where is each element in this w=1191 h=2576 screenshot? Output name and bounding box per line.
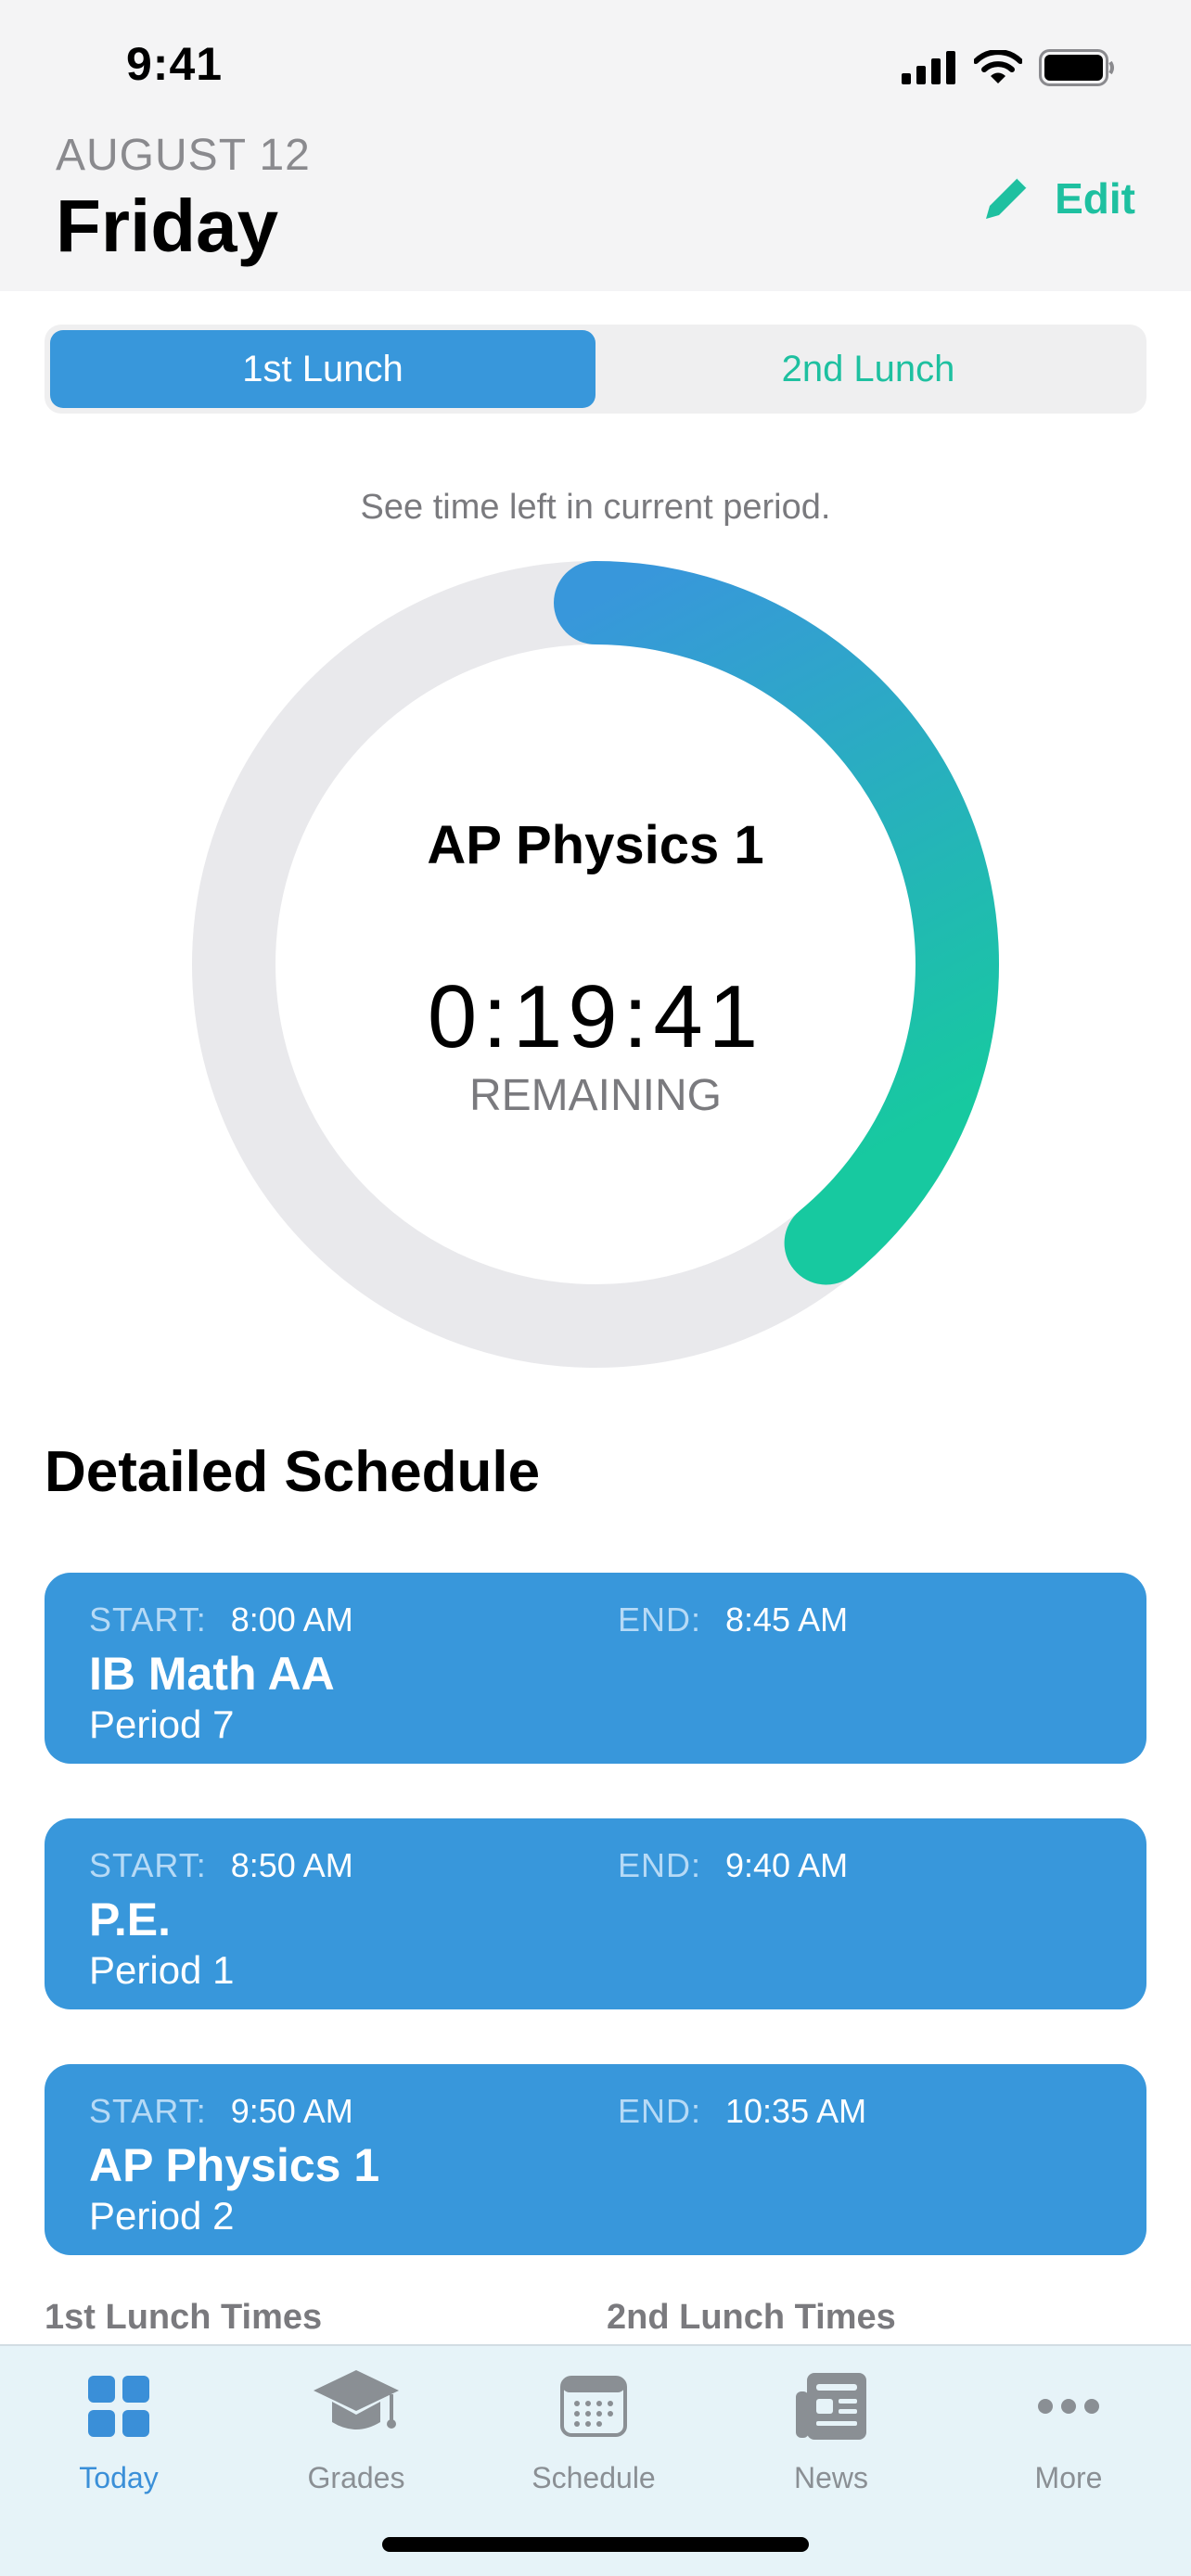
period-progress-ring (191, 560, 1000, 1369)
schedule-title: Detailed Schedule (45, 1440, 541, 1504)
period-label: Period 7 (89, 1702, 235, 1746)
tab-news[interactable]: News (712, 2365, 950, 2513)
period-label: Period 2 (89, 2194, 235, 2238)
ring-progress (554, 561, 999, 1285)
second-lunch-times-label: 2nd Lunch Times (607, 2298, 896, 2337)
schedule-card[interactable]: START: 8:50 AM END: 9:40 AM P.E. Period 1 (45, 1818, 1146, 2009)
pencil-icon (986, 177, 1028, 219)
course-name: IB Math AA (89, 1648, 335, 1700)
end-value: 9:40 AM (725, 1846, 849, 1884)
header: 9:41 AUGUST 12 Friday Edit (0, 0, 1191, 291)
status-icons (902, 46, 1115, 89)
course-name: AP Physics 1 (89, 2139, 380, 2191)
segment-1st-lunch[interactable]: 1st Lunch (50, 330, 596, 408)
tab-schedule[interactable]: Schedule (475, 2365, 712, 2513)
end-value: 10:35 AM (725, 2092, 867, 2130)
start-time: START: 9:50 AM (89, 2092, 353, 2131)
newspaper-icon (796, 2373, 866, 2440)
lunch-segmented-control: 1st Lunch 2nd Lunch (45, 325, 1146, 414)
start-key: START: (89, 1846, 207, 1884)
edit-label: Edit (1055, 174, 1135, 223)
tab-label: More (1034, 2461, 1103, 2494)
course-name: P.E. (89, 1894, 172, 1945)
grid-icon (88, 2376, 149, 2437)
timer-hint: See time left in current period. (360, 488, 831, 527)
status-time: 9:41 (126, 38, 224, 90)
end-key: END: (618, 2092, 702, 2130)
segment-2nd-lunch[interactable]: 2nd Lunch (596, 330, 1141, 408)
end-time: END: 9:40 AM (618, 1846, 848, 1885)
end-value: 8:45 AM (725, 1600, 849, 1639)
edit-button[interactable]: Edit (980, 169, 1135, 228)
start-value: 8:50 AM (230, 1846, 353, 1884)
schedule-card[interactable]: START: 9:50 AM END: 10:35 AM AP Physics 1 … (45, 2064, 1146, 2255)
time-remaining: 0:19:41 (427, 967, 764, 1066)
start-key: START: (89, 2092, 207, 2130)
tab-today[interactable]: Today (0, 2365, 237, 2513)
date-label: AUGUST 12 (56, 131, 311, 180)
end-time: END: 8:45 AM (618, 1600, 848, 1639)
home-indicator (382, 2537, 809, 2552)
ellipsis-icon (1038, 2399, 1099, 2414)
period-label: Period 1 (89, 1948, 235, 1992)
end-key: END: (618, 1846, 702, 1884)
cellular-signal-icon (902, 51, 955, 84)
schedule-card[interactable]: START: 8:00 AM END: 8:45 AM IB Math AA Per… (45, 1573, 1146, 1764)
current-course: AP Physics 1 (427, 815, 764, 875)
tab-more[interactable]: More (950, 2365, 1187, 2513)
start-time: START: 8:00 AM (89, 1600, 353, 1639)
start-value: 9:50 AM (230, 2092, 353, 2130)
battery-icon (1039, 49, 1114, 86)
tab-label: Schedule (531, 2461, 656, 2494)
calendar-icon (560, 2376, 627, 2437)
first-lunch-times-label: 1st Lunch Times (45, 2298, 323, 2337)
end-time: END: 10:35 AM (618, 2092, 866, 2131)
wifi-icon (974, 50, 1022, 83)
day-title: Friday (56, 185, 279, 267)
tab-label: Grades (307, 2461, 405, 2494)
graduation-cap-icon (314, 2370, 399, 2429)
end-key: END: (618, 1600, 702, 1639)
start-time: START: 8:50 AM (89, 1846, 353, 1885)
start-value: 8:00 AM (230, 1600, 353, 1639)
tab-grades[interactable]: Grades (237, 2365, 475, 2513)
remaining-label: REMAINING (468, 1071, 722, 1120)
tab-label: Today (79, 2461, 159, 2494)
start-key: START: (89, 1600, 207, 1639)
tab-label: News (793, 2461, 868, 2494)
